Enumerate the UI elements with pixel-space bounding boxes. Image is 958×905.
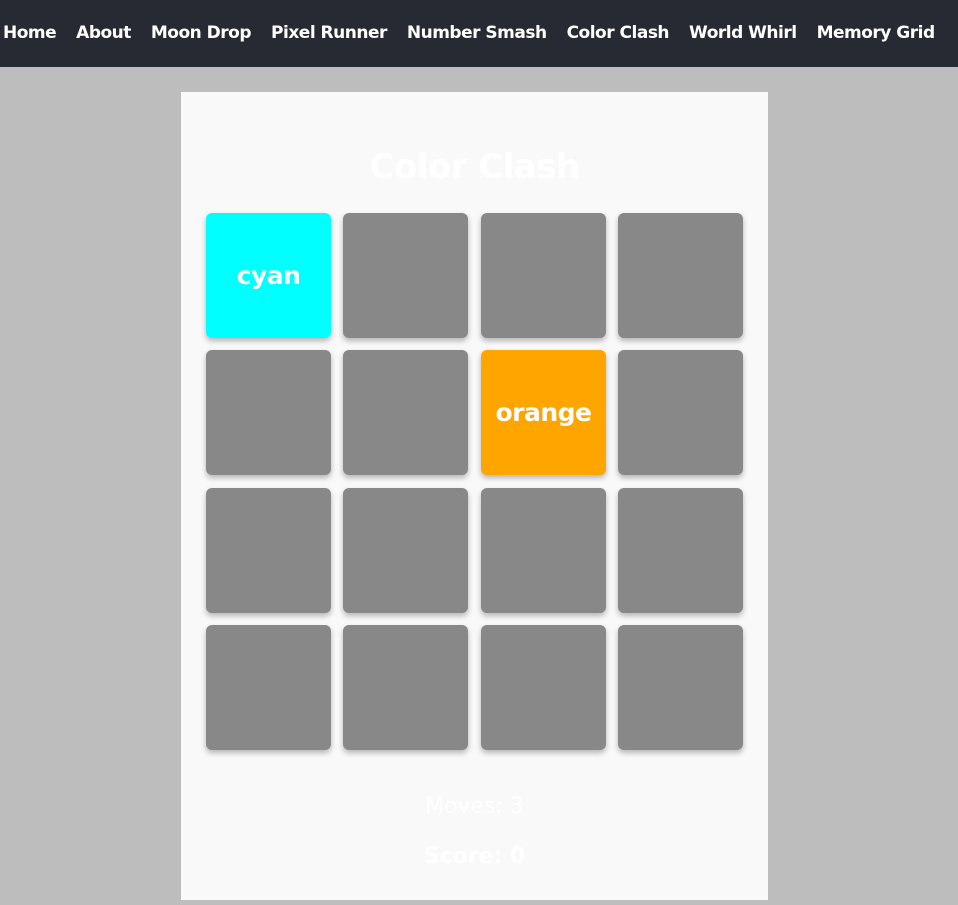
top-navigation: Home About Moon Drop Pixel Runner Number… [0, 0, 958, 67]
nav-link-color-clash[interactable]: Color Clash [567, 0, 670, 67]
nav-link-about[interactable]: About [76, 0, 131, 67]
tile-color-label: orange [495, 398, 592, 427]
moves-counter: Moves: 3 [425, 794, 524, 819]
tile-hidden[interactable] [618, 488, 743, 613]
score-counter: Score: 0 [423, 844, 526, 869]
tile-hidden[interactable] [343, 350, 468, 475]
tile-hidden[interactable] [481, 213, 606, 338]
tile-hidden[interactable] [343, 488, 468, 613]
tile-revealed[interactable]: orange [481, 350, 606, 475]
nav-link-number-smash[interactable]: Number Smash [407, 0, 547, 67]
game-title: Color Clash [369, 147, 580, 187]
tile-hidden[interactable] [618, 350, 743, 475]
tile-hidden[interactable] [481, 625, 606, 750]
nav-link-moon-drop[interactable]: Moon Drop [151, 0, 252, 67]
nav-link-world-whirl[interactable]: World Whirl [689, 0, 797, 67]
tile-hidden[interactable] [618, 625, 743, 750]
tile-hidden[interactable] [618, 213, 743, 338]
nav-link-pixel-runner[interactable]: Pixel Runner [271, 0, 387, 67]
nav-link-home[interactable]: Home [3, 0, 57, 67]
tile-hidden[interactable] [343, 625, 468, 750]
tile-hidden[interactable] [206, 350, 331, 475]
tile-hidden[interactable] [481, 488, 606, 613]
nav-link-memory-grid[interactable]: Memory Grid [817, 0, 936, 67]
tile-hidden[interactable] [206, 488, 331, 613]
tile-revealed[interactable]: cyan [206, 213, 331, 338]
tile-hidden[interactable] [343, 213, 468, 338]
tile-color-label: cyan [236, 261, 301, 290]
tile-hidden[interactable] [206, 625, 331, 750]
